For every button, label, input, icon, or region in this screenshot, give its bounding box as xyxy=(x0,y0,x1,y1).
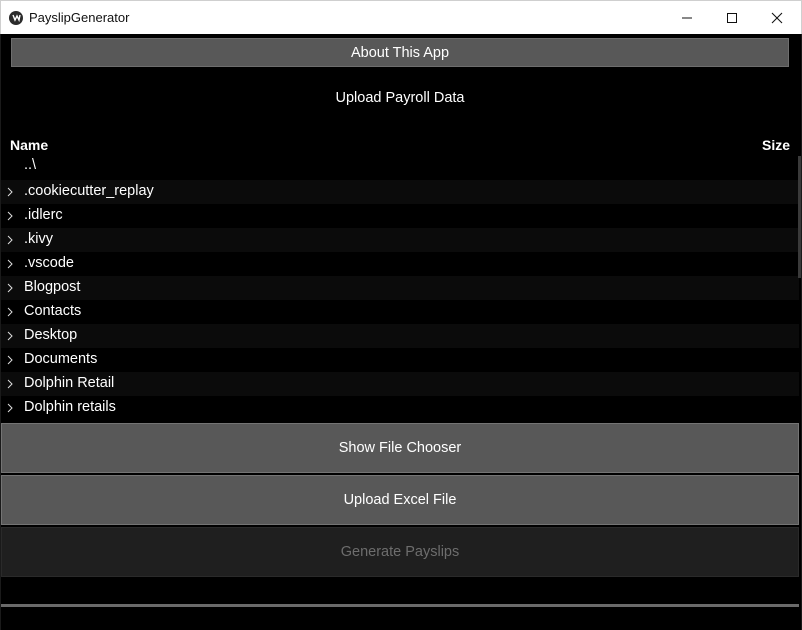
list-item[interactable]: Blogpost xyxy=(1,276,799,300)
list-item[interactable]: Contacts xyxy=(1,300,799,324)
list-item-label: Blogpost xyxy=(24,279,81,295)
file-list: ..\ .cookiecutter_replay .idlerc .kivy .… xyxy=(1,156,799,420)
app-icon xyxy=(9,11,23,25)
list-item[interactable]: Dolphin Retail xyxy=(1,372,799,396)
list-item-label: Contacts xyxy=(24,303,82,319)
list-item[interactable]: Documents xyxy=(1,348,799,372)
file-list-scrollbar[interactable] xyxy=(798,156,801,278)
list-item-label: .idlerc xyxy=(24,207,63,223)
list-item-label: .vscode xyxy=(24,255,74,271)
upload-excel-button[interactable]: Upload Excel File xyxy=(1,475,799,525)
chevron-right-icon[interactable] xyxy=(5,186,15,198)
upload-payroll-label: Upload Payroll Data xyxy=(335,90,465,106)
progress-bar xyxy=(1,604,799,607)
chevron-right-icon[interactable] xyxy=(5,378,15,390)
chevron-right-icon[interactable] xyxy=(5,282,15,294)
name-column-header[interactable]: Name xyxy=(10,137,48,153)
list-item[interactable]: .vscode xyxy=(1,252,799,276)
list-item-label: Dolphin Retail xyxy=(24,375,115,391)
file-chooser-header: Name Size xyxy=(1,137,799,157)
list-item-label: ..\ xyxy=(24,157,37,173)
maximize-button[interactable] xyxy=(709,1,755,35)
about-button[interactable]: About This App xyxy=(11,38,789,67)
list-item-label: Dolphin retails xyxy=(24,399,116,415)
list-item[interactable]: .idlerc xyxy=(1,204,799,228)
chevron-right-icon[interactable] xyxy=(5,210,15,222)
minimize-icon xyxy=(682,17,692,19)
list-item-label: Documents xyxy=(24,351,98,367)
app-content: About This App Upload Payroll Data Name … xyxy=(0,34,802,630)
parent-directory-entry[interactable]: ..\ xyxy=(1,156,799,180)
list-item-label: Desktop xyxy=(24,327,78,343)
window-title: PayslipGenerator xyxy=(29,10,130,25)
chevron-right-icon[interactable] xyxy=(5,258,15,270)
list-item-label: .cookiecutter_replay xyxy=(24,183,154,199)
maximize-icon xyxy=(727,13,737,23)
window-title-bar: PayslipGenerator xyxy=(0,0,802,34)
generate-payslips-button: Generate Payslips xyxy=(1,527,799,577)
list-item[interactable]: Desktop xyxy=(1,324,799,348)
list-item[interactable]: Dolphin retails xyxy=(1,396,799,420)
chevron-right-icon[interactable] xyxy=(5,306,15,318)
chevron-right-icon[interactable] xyxy=(5,330,15,342)
chevron-right-icon[interactable] xyxy=(5,234,15,246)
show-file-chooser-button[interactable]: Show File Chooser xyxy=(1,423,799,473)
list-item[interactable]: .kivy xyxy=(1,228,799,252)
chevron-right-icon[interactable] xyxy=(5,354,15,366)
chevron-right-icon[interactable] xyxy=(5,402,15,414)
list-item[interactable]: .cookiecutter_replay xyxy=(1,180,799,204)
close-icon xyxy=(771,12,783,24)
list-item-label: .kivy xyxy=(24,231,53,247)
close-button[interactable] xyxy=(754,1,800,35)
size-column-header[interactable]: Size xyxy=(762,137,790,153)
minimize-button[interactable] xyxy=(664,1,710,35)
